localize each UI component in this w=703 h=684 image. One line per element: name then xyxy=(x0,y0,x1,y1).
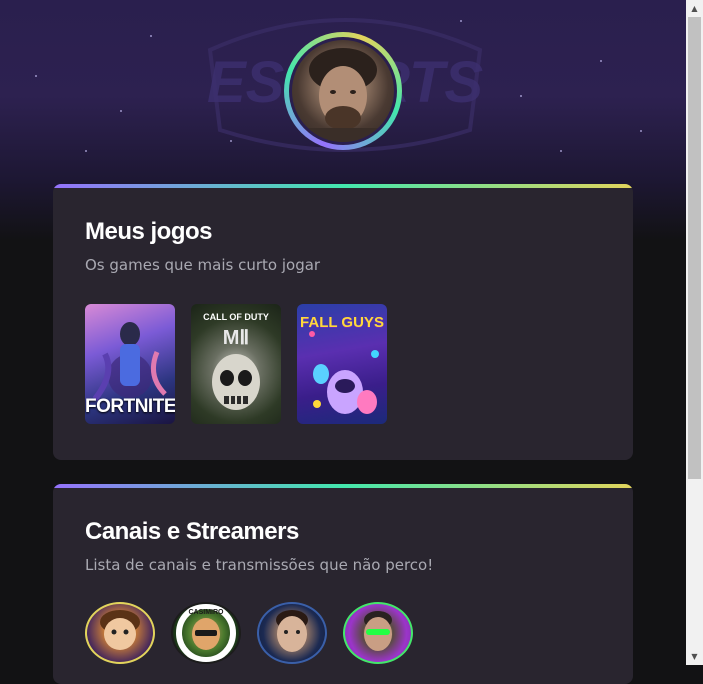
chevron-down-icon[interactable]: ▼ xyxy=(686,648,703,665)
game-cover-text: CALL OF DUTY xyxy=(203,312,269,322)
scrollbar-thumb[interactable] xyxy=(688,17,701,479)
channels-card-title: Canais e Streamers xyxy=(85,518,299,545)
game-cover-fall-guys[interactable]: FALL GUYS xyxy=(297,304,387,424)
games-card: Meus jogos Os games que mais curto jogar… xyxy=(53,184,633,460)
games-card-title: Meus jogos xyxy=(85,218,213,245)
page-scrollbar[interactable]: ▲ ▼ xyxy=(686,0,703,665)
games-card-subtitle: Os games que mais curto jogar xyxy=(85,256,321,274)
svg-text:CASIMIRO: CASIMIRO xyxy=(189,609,225,616)
avatar-photo xyxy=(292,40,394,142)
channel-avatar-4[interactable] xyxy=(343,602,413,664)
chevron-up-icon[interactable]: ▲ xyxy=(686,0,703,17)
game-cover-text: FALL GUYS xyxy=(300,314,384,331)
profile-avatar[interactable] xyxy=(284,32,402,150)
svg-text:MⅡ: MⅡ xyxy=(223,327,250,349)
channels-list: CASIMIRO xyxy=(85,602,601,664)
channels-card: Canais e Streamers Lista de canais e tra… xyxy=(53,484,633,684)
game-cover-cod-mw2[interactable]: MⅡ CALL OF DUTY xyxy=(191,304,281,424)
channels-card-subtitle: Lista de canais e transmissões que não p… xyxy=(85,556,434,574)
game-cover-text: FORTNITE xyxy=(85,396,175,417)
channel-avatar-casimiro[interactable]: CASIMIRO xyxy=(171,602,241,664)
channel-avatar-1[interactable] xyxy=(85,602,155,664)
channel-avatar-3[interactable] xyxy=(257,602,327,664)
games-list: FORTNITE MⅡ CALL OF DUTY FALL GUYS xyxy=(85,304,601,424)
game-cover-fortnite[interactable]: FORTNITE xyxy=(85,304,175,424)
